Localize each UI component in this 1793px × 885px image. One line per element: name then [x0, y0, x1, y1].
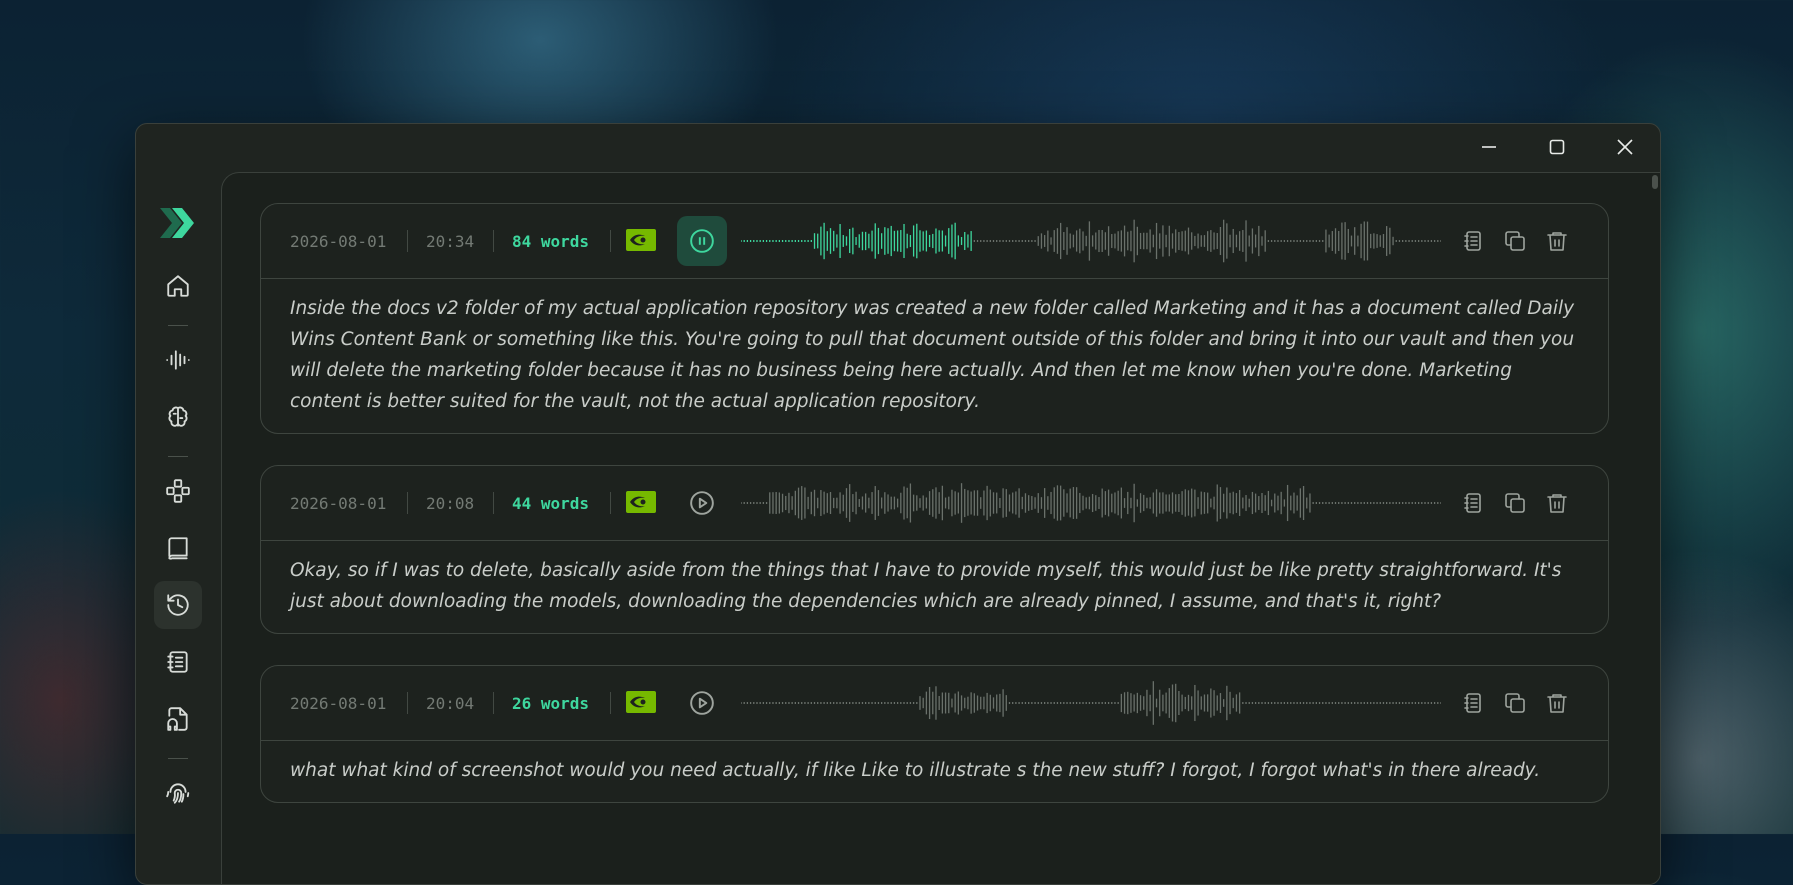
sidebar-item-brain[interactable]: [154, 393, 202, 441]
history-panel: 2026-08-01 20:34 84 words Inside the doc…: [221, 172, 1660, 884]
waveform-container[interactable]: [740, 478, 1442, 532]
app-window: 2026-08-01 20:34 84 words Inside the doc…: [135, 123, 1661, 885]
entry-date: 2026-08-01: [290, 231, 387, 251]
transcript-text: what what kind of screenshot would you n…: [290, 760, 1541, 781]
divider: [610, 230, 611, 252]
entry-header: 2026-08-01 20:08 44 words: [261, 466, 1608, 541]
entry-time: 20:08: [426, 493, 475, 513]
pause-icon: [690, 229, 714, 253]
copy-icon[interactable]: [1503, 491, 1527, 515]
play-button[interactable]: [677, 678, 727, 728]
transcript-entry: 2026-08-01 20:04 26 words what what kind…: [260, 665, 1609, 803]
history-icon: [167, 594, 189, 616]
entry-time: 20:34: [426, 231, 475, 251]
transcript-entry: 2026-08-01 20:34 84 words Inside the doc…: [260, 203, 1609, 434]
entry-actions: [1461, 229, 1569, 253]
brain-icon: [168, 406, 188, 427]
nvidia-icon: [626, 691, 656, 717]
sidebar-item-security[interactable]: [154, 769, 202, 817]
entry-actions: [1461, 691, 1569, 715]
pause-button[interactable]: [677, 216, 727, 266]
audio-waveform-icon: [166, 350, 190, 370]
entry-time: 20:04: [426, 693, 475, 713]
entry-date: 2026-08-01: [290, 493, 387, 513]
entry-header: 2026-08-01 20:04 26 words: [261, 666, 1608, 741]
entry-actions: [1461, 491, 1569, 515]
sidebar-item-library[interactable]: [154, 524, 202, 572]
notebook-icon[interactable]: [1461, 691, 1485, 715]
nvidia-icon: [626, 229, 656, 255]
sidebar-item-games[interactable]: [154, 467, 202, 515]
sidebar-item-file-audio[interactable]: [154, 695, 202, 743]
divider: [610, 492, 611, 514]
double-chevron-logo: [160, 208, 200, 242]
notebook-icon[interactable]: [1461, 491, 1485, 515]
word-count: 26 words: [512, 693, 590, 713]
trash-icon[interactable]: [1545, 229, 1569, 253]
divider: [493, 230, 494, 252]
gamepad-icon: [166, 479, 190, 503]
notebook-icon: [167, 651, 188, 673]
file-audio-icon: [167, 707, 188, 731]
word-count: 84 words: [512, 231, 590, 251]
notebook-icon[interactable]: [1461, 229, 1485, 253]
book-icon: [168, 537, 188, 560]
maximize-icon[interactable]: [1537, 132, 1577, 162]
sidebar-divider: [168, 325, 188, 326]
trash-icon[interactable]: [1545, 691, 1569, 715]
divider: [407, 692, 408, 714]
play-icon: [690, 491, 714, 515]
waveform-container[interactable]: [740, 678, 1442, 732]
waveform[interactable]: [740, 216, 1442, 266]
sidebar-item-home[interactable]: [154, 262, 202, 310]
copy-icon[interactable]: [1503, 229, 1527, 253]
entry-header: 2026-08-01 20:34 84 words: [261, 204, 1608, 279]
trash-icon[interactable]: [1545, 491, 1569, 515]
transcript-text: Inside the docs v2 folder of my actual a…: [290, 298, 1575, 412]
sidebar-divider: [168, 758, 188, 759]
minimize-icon[interactable]: [1469, 132, 1509, 162]
play-button[interactable]: [677, 478, 727, 528]
title-bar: [136, 124, 1660, 172]
divider: [407, 230, 408, 252]
copy-icon[interactable]: [1503, 691, 1527, 715]
fingerprint-icon: [166, 783, 190, 804]
home-icon: [167, 275, 189, 297]
waveform-container[interactable]: [740, 216, 1442, 270]
play-icon: [690, 691, 714, 715]
sidebar-divider: [168, 456, 188, 457]
transcript-entry: 2026-08-01 20:08 44 words Okay, so if I …: [260, 465, 1609, 634]
sidebar-item-audio[interactable]: [154, 336, 202, 384]
scrollbar[interactable]: [1652, 175, 1658, 189]
divider: [493, 692, 494, 714]
close-icon[interactable]: [1605, 132, 1645, 162]
divider: [407, 492, 408, 514]
waveform[interactable]: [740, 678, 1442, 728]
sidebar-item-history[interactable]: [154, 581, 202, 629]
entry-date: 2026-08-01: [290, 693, 387, 713]
nvidia-icon: [626, 491, 656, 517]
divider: [610, 692, 611, 714]
sidebar-item-notes[interactable]: [154, 638, 202, 686]
waveform[interactable]: [740, 478, 1442, 528]
divider: [493, 492, 494, 514]
transcript-text: Okay, so if I was to delete, basically a…: [290, 560, 1562, 612]
sidebar: [136, 172, 220, 884]
word-count: 44 words: [512, 493, 590, 513]
